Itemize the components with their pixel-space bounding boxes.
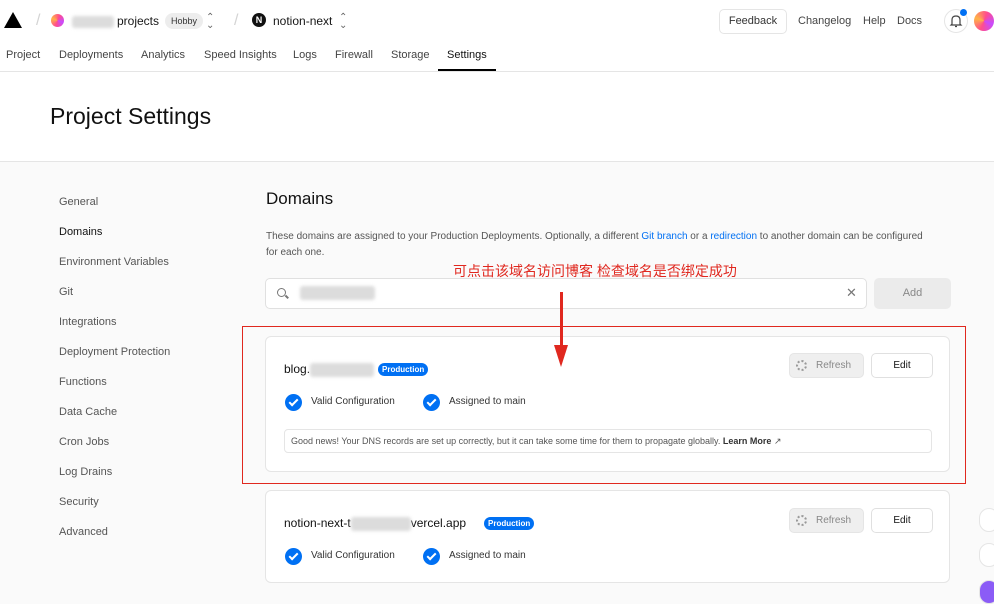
sidebar-item-advanced[interactable]: Advanced (59, 526, 108, 538)
tab-speed-insights[interactable]: Speed Insights (204, 49, 277, 61)
breadcrumb-separator: / (234, 12, 239, 29)
domain-card (265, 490, 950, 583)
team-name[interactable]: projects (72, 14, 159, 28)
docs-link[interactable]: Docs (897, 15, 922, 27)
assigned-branch-status: Assigned to main (449, 550, 526, 561)
annotation-highlight-box (242, 326, 966, 484)
team-avatar[interactable] (51, 14, 64, 27)
tab-deployments[interactable]: Deployments (59, 49, 123, 61)
tab-settings[interactable]: Settings (447, 49, 487, 61)
floating-widget[interactable] (979, 543, 994, 567)
sidebar-item-general[interactable]: General (59, 196, 98, 208)
annotation-arrow (560, 292, 563, 350)
help-link[interactable]: Help (863, 15, 886, 27)
tab-project[interactable]: Project (6, 49, 40, 61)
plan-badge: Hobby (165, 13, 204, 29)
search-input-value (300, 286, 375, 300)
sidebar-item-functions[interactable]: Functions (59, 376, 107, 388)
active-tab-indicator (438, 69, 496, 71)
changelog-link[interactable]: Changelog (798, 15, 851, 27)
domains-description: These domains are assigned to your Produ… (266, 231, 923, 258)
team-switcher-chevron-icon[interactable]: ⌃ ⌄ (206, 13, 214, 31)
tab-firewall[interactable]: Firewall (335, 49, 373, 61)
vercel-logo-icon[interactable] (4, 12, 22, 28)
floating-widget[interactable] (979, 508, 994, 532)
tab-storage[interactable]: Storage (391, 49, 430, 61)
valid-configuration-status: Valid Configuration (311, 550, 395, 561)
sidebar-item-data-cache[interactable]: Data Cache (59, 406, 117, 418)
production-badge: Production (484, 517, 535, 530)
sidebar-item-git[interactable]: Git (59, 286, 73, 298)
check-circle-icon (423, 548, 440, 565)
check-circle-icon (285, 548, 302, 565)
loading-spinner-icon (796, 515, 807, 526)
feedback-button[interactable]: Feedback (719, 9, 787, 34)
sidebar-item-deployment-protection[interactable]: Deployment Protection (59, 346, 170, 358)
edit-button[interactable]: Edit (871, 508, 933, 533)
git-branch-link[interactable]: Git branch (641, 231, 687, 242)
project-icon: N (252, 13, 266, 27)
clear-icon[interactable]: ✕ (846, 285, 857, 301)
sidebar-item-integrations[interactable]: Integrations (59, 316, 116, 328)
project-name[interactable]: notion-next (273, 14, 332, 28)
annotation-callout: 可点击该域名访问博客 检查域名是否绑定成功 (453, 263, 737, 279)
project-switcher-chevron-icon[interactable]: ⌃ ⌄ (339, 13, 347, 31)
annotation-arrow-head (554, 345, 568, 367)
domain-link[interactable]: notion-next-t vercel.app (284, 516, 466, 531)
add-domain-button[interactable]: Add (874, 278, 951, 309)
tab-logs[interactable]: Logs (293, 49, 317, 61)
notification-dot (960, 9, 967, 16)
domains-section-title: Domains (266, 189, 334, 208)
sidebar-item-domains[interactable]: Domains (59, 226, 102, 238)
redirection-link[interactable]: redirection (710, 231, 757, 242)
sidebar-item-cron-jobs[interactable]: Cron Jobs (59, 436, 109, 448)
user-avatar[interactable] (974, 11, 994, 31)
floating-widget[interactable] (979, 580, 994, 604)
sidebar-item-environment-variables[interactable]: Environment Variables (59, 256, 169, 268)
top-navigation-bar: / projects Hobby ⌃ ⌄ / N notion-next ⌃ ⌄ F… (0, 0, 994, 72)
tab-analytics[interactable]: Analytics (141, 49, 185, 61)
sidebar-item-security[interactable]: Security (59, 496, 99, 508)
page-title: Project Settings (50, 103, 212, 129)
search-icon (277, 288, 286, 297)
sidebar-item-log-drains[interactable]: Log Drains (59, 466, 112, 478)
breadcrumb-separator: / (36, 12, 41, 29)
